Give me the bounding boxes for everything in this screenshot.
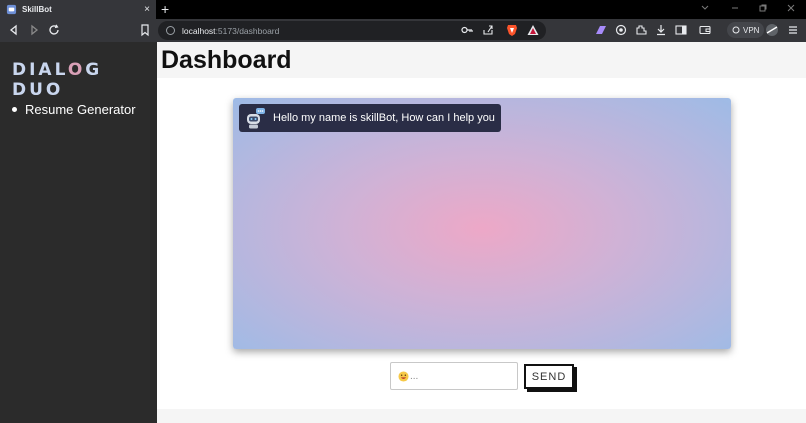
brave-rewards-icon[interactable] [526,23,540,37]
window-close-icon[interactable] [786,3,796,13]
extensions-icon[interactable] [634,23,648,37]
wallet-circle-icon[interactable] [614,23,628,37]
sidebar-nav: Resume Generator [12,102,136,117]
vpn-button[interactable]: VPN [727,22,765,38]
bot-message-text: Hello my name is skillBot, How can I hel… [273,112,495,124]
page-header: Dashboard [157,42,806,78]
chat-window[interactable]: Hello my name is skillBot, How can I hel… [233,98,731,349]
restore-icon[interactable] [758,3,768,13]
sidebar: DIALOG DUO Resume Generator [0,42,157,423]
main-content: Hello my name is skillBot, How can I hel… [157,78,806,409]
chevron-down-icon[interactable] [700,3,710,13]
page-title: Dashboard [161,46,292,74]
new-tab-icon[interactable]: + [161,1,169,17]
leo-ai-icon[interactable] [594,23,608,37]
forward-icon[interactable] [27,23,41,37]
back-icon[interactable] [7,23,21,37]
message-input-placeholder: ... [410,370,419,382]
url-host: localhost [182,25,216,36]
brave-shield-icon[interactable] [505,23,519,37]
tab-strip: SkillBot × + [0,0,806,19]
sidebar-item-resume-generator[interactable]: Resume Generator [12,102,136,117]
minimize-icon[interactable] [730,3,740,13]
browser-tab[interactable]: SkillBot × [0,0,156,19]
vpn-label: VPN [743,25,760,35]
wallet-icon[interactable] [698,23,712,37]
robot-avatar-icon [247,108,265,129]
page-viewport: DIALOG DUO Resume Generator Dashboard He… [0,42,806,423]
tab-title: SkillBot [22,5,52,14]
dialog-duo-logo: DIALOG DUO [12,60,103,100]
key-icon[interactable] [460,23,474,37]
message-input[interactable]: ... [390,362,518,390]
send-button[interactable]: SEND [524,364,574,389]
sidebar-toggle-icon[interactable] [674,23,688,37]
bullet-icon [12,107,17,112]
vpn-icon [732,26,740,34]
page-footer-strip [157,409,806,423]
share-icon[interactable] [481,23,495,37]
bookmark-icon[interactable] [138,23,152,37]
reload-icon[interactable] [47,23,61,37]
download-icon[interactable] [654,23,668,37]
browser-toolbar: localhost:5173/dashboard VPN [0,19,806,42]
sidebar-item-label: Resume Generator [25,102,136,117]
site-info-icon[interactable] [166,26,175,35]
emoji-icon[interactable] [398,370,409,382]
close-icon[interactable]: × [144,4,150,15]
bot-message: Hello my name is skillBot, How can I hel… [239,104,501,132]
url-path: :5173/dashboard [215,25,280,36]
profile-avatar-icon[interactable] [765,23,779,37]
menu-icon[interactable] [786,23,800,37]
skillbot-favicon-icon [6,4,17,15]
